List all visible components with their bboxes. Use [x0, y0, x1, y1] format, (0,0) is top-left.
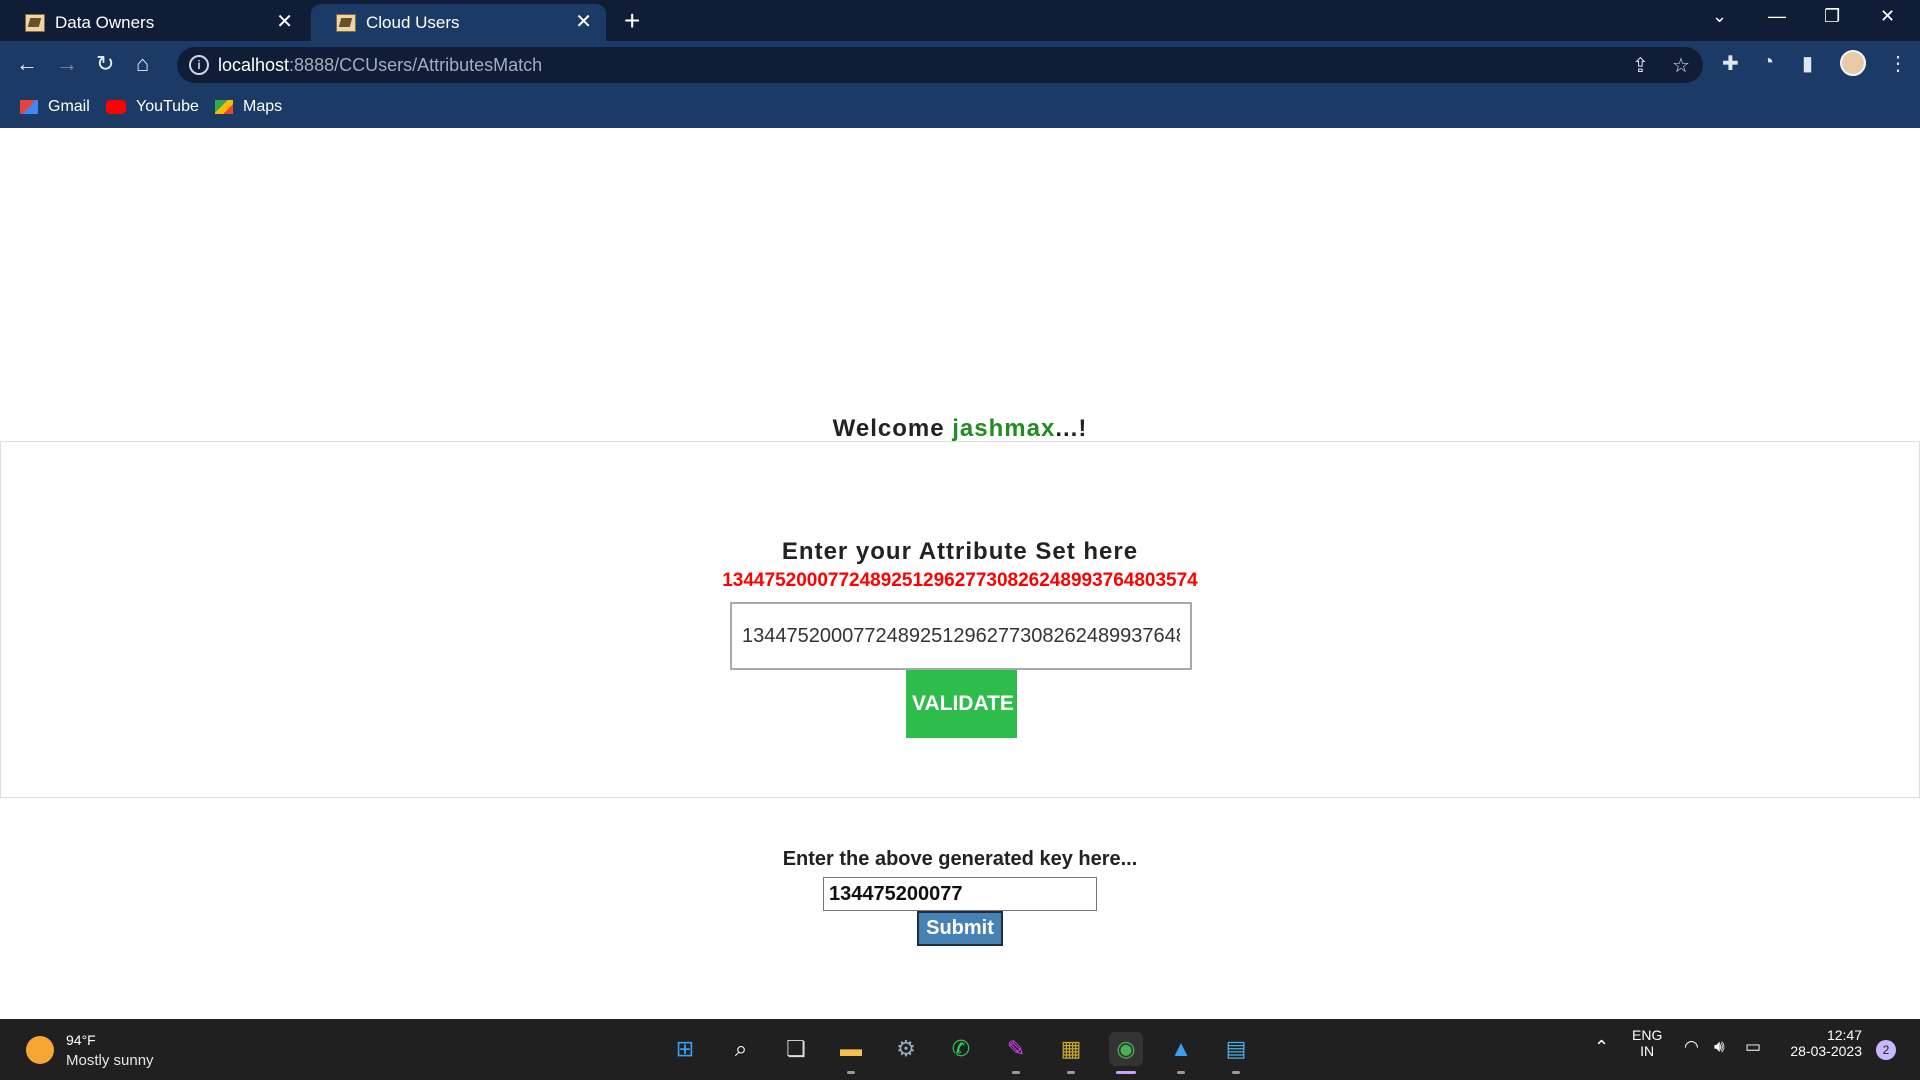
- browser-toolbar: ← → ↻ ⌂ i localhost:8888/CCUsers/Attribu…: [0, 41, 1920, 89]
- paint-app-icon[interactable]: ✎: [999, 1032, 1033, 1066]
- bookmark-maps[interactable]: Maps: [215, 98, 282, 116]
- browser-tab-bar: Data Owners ✕ Cloud Users ✕ + ⌄ — ❐ ✕: [0, 0, 1920, 41]
- running-indicator: [1177, 1071, 1185, 1074]
- running-indicator: [847, 1071, 855, 1074]
- gmail-icon: [20, 100, 38, 114]
- chrome-icon[interactable]: ◉: [1109, 1032, 1143, 1066]
- start-icon[interactable]: ⊞: [668, 1032, 702, 1066]
- site-favicon-icon: [336, 13, 356, 32]
- running-indicator: [1232, 1071, 1240, 1074]
- attribute-input[interactable]: [730, 602, 1192, 670]
- menu-kebab-icon[interactable]: ⋮: [1888, 51, 1908, 76]
- close-window-icon[interactable]: ✕: [1880, 6, 1895, 27]
- notepad-icon[interactable]: ▤: [1219, 1032, 1253, 1066]
- username: jashmax: [952, 415, 1056, 442]
- windows-taskbar: 94°F Mostly sunny ⊞ ⌕ ❏ ▬ ⚙ ✆ ✎ ▦ ◉ ▲ ▤ …: [0, 1019, 1920, 1080]
- address-bar[interactable]: i localhost:8888/CCUsers/AttributesMatch…: [177, 47, 1703, 83]
- close-tab-icon[interactable]: ✕: [575, 12, 592, 32]
- whatsapp-icon[interactable]: ✆: [944, 1032, 978, 1066]
- battery-icon[interactable]: ▭: [1745, 1037, 1761, 1057]
- forward-icon[interactable]: →: [56, 51, 78, 77]
- youtube-icon: [106, 100, 126, 114]
- weather-temperature[interactable]: 94°F: [66, 1032, 96, 1048]
- photos-icon[interactable]: ▲: [1164, 1032, 1198, 1066]
- restore-icon[interactable]: ❐: [1824, 6, 1840, 27]
- page-content: Welcome jashmax...! Enter your Attribute…: [0, 128, 1920, 1019]
- clock[interactable]: 12:47 28-03-2023: [1784, 1027, 1862, 1059]
- back-icon[interactable]: ←: [16, 51, 38, 77]
- submit-button[interactable]: Submit: [917, 911, 1003, 946]
- performance-icon[interactable]: ◔: [1762, 51, 1774, 74]
- extensions-icon[interactable]: ✚: [1722, 51, 1739, 76]
- site-info-icon[interactable]: i: [189, 55, 209, 75]
- running-indicator: [1067, 1071, 1075, 1074]
- weather-sun-icon[interactable]: [26, 1036, 54, 1064]
- database-app-icon[interactable]: ▦: [1054, 1032, 1088, 1066]
- close-tab-icon[interactable]: ✕: [276, 12, 293, 32]
- attribute-panel: Enter your Attribute Set here 1344752000…: [0, 441, 1920, 798]
- key-label: Enter the above generated key here...: [782, 848, 1138, 870]
- welcome-heading: Welcome jashmax...!: [832, 415, 1088, 442]
- share-icon[interactable]: ⇪: [1632, 53, 1649, 78]
- profile-avatar[interactable]: [1840, 50, 1866, 76]
- tab-data-owners[interactable]: Data Owners ✕: [0, 4, 307, 41]
- tab-cloud-users[interactable]: Cloud Users ✕: [311, 4, 606, 41]
- weather-description[interactable]: Mostly sunny: [66, 1052, 154, 1069]
- search-icon[interactable]: ⌕: [724, 1032, 758, 1066]
- tab-search-icon[interactable]: ⌄: [1712, 6, 1727, 27]
- bookmarks-bar: Gmail YouTube Maps: [0, 89, 1920, 128]
- running-indicator: [1012, 1071, 1020, 1074]
- notification-badge[interactable]: 2: [1876, 1040, 1896, 1060]
- url-text: localhost:8888/CCUsers/AttributesMatch: [218, 55, 543, 75]
- validate-button[interactable]: VALIDATE: [906, 670, 1017, 738]
- bookmark-star-icon[interactable]: ☆: [1672, 53, 1690, 78]
- key-input[interactable]: [823, 877, 1097, 911]
- bookmark-youtube[interactable]: YouTube: [106, 98, 199, 116]
- maps-icon: [215, 100, 233, 114]
- language-indicator[interactable]: ENG IN: [1632, 1027, 1662, 1059]
- active-indicator: [1116, 1071, 1136, 1074]
- tab-title: Data Owners: [55, 12, 155, 32]
- bookmark-gmail[interactable]: Gmail: [20, 98, 90, 116]
- wifi-icon[interactable]: ◠: [1684, 1037, 1699, 1057]
- home-icon[interactable]: ⌂: [136, 51, 149, 77]
- task-view-icon[interactable]: ❏: [779, 1032, 813, 1066]
- settings-gear-icon[interactable]: ⚙: [889, 1032, 923, 1066]
- attribute-title: Enter your Attribute Set here: [781, 538, 1139, 565]
- site-favicon-icon: [25, 13, 45, 32]
- side-panel-icon[interactable]: ▮: [1802, 51, 1813, 76]
- minimize-icon[interactable]: —: [1768, 6, 1786, 27]
- new-tab-icon[interactable]: +: [624, 6, 640, 36]
- attribute-key-text: 1344752000772489251296277308262489937648…: [722, 570, 1198, 591]
- show-hidden-icons-icon[interactable]: ⌃: [1594, 1037, 1609, 1058]
- tab-title: Cloud Users: [366, 12, 460, 32]
- file-explorer-icon[interactable]: ▬: [834, 1032, 868, 1066]
- volume-icon[interactable]: 🔊︎: [1714, 1037, 1725, 1057]
- reload-icon[interactable]: ↻: [96, 51, 114, 77]
